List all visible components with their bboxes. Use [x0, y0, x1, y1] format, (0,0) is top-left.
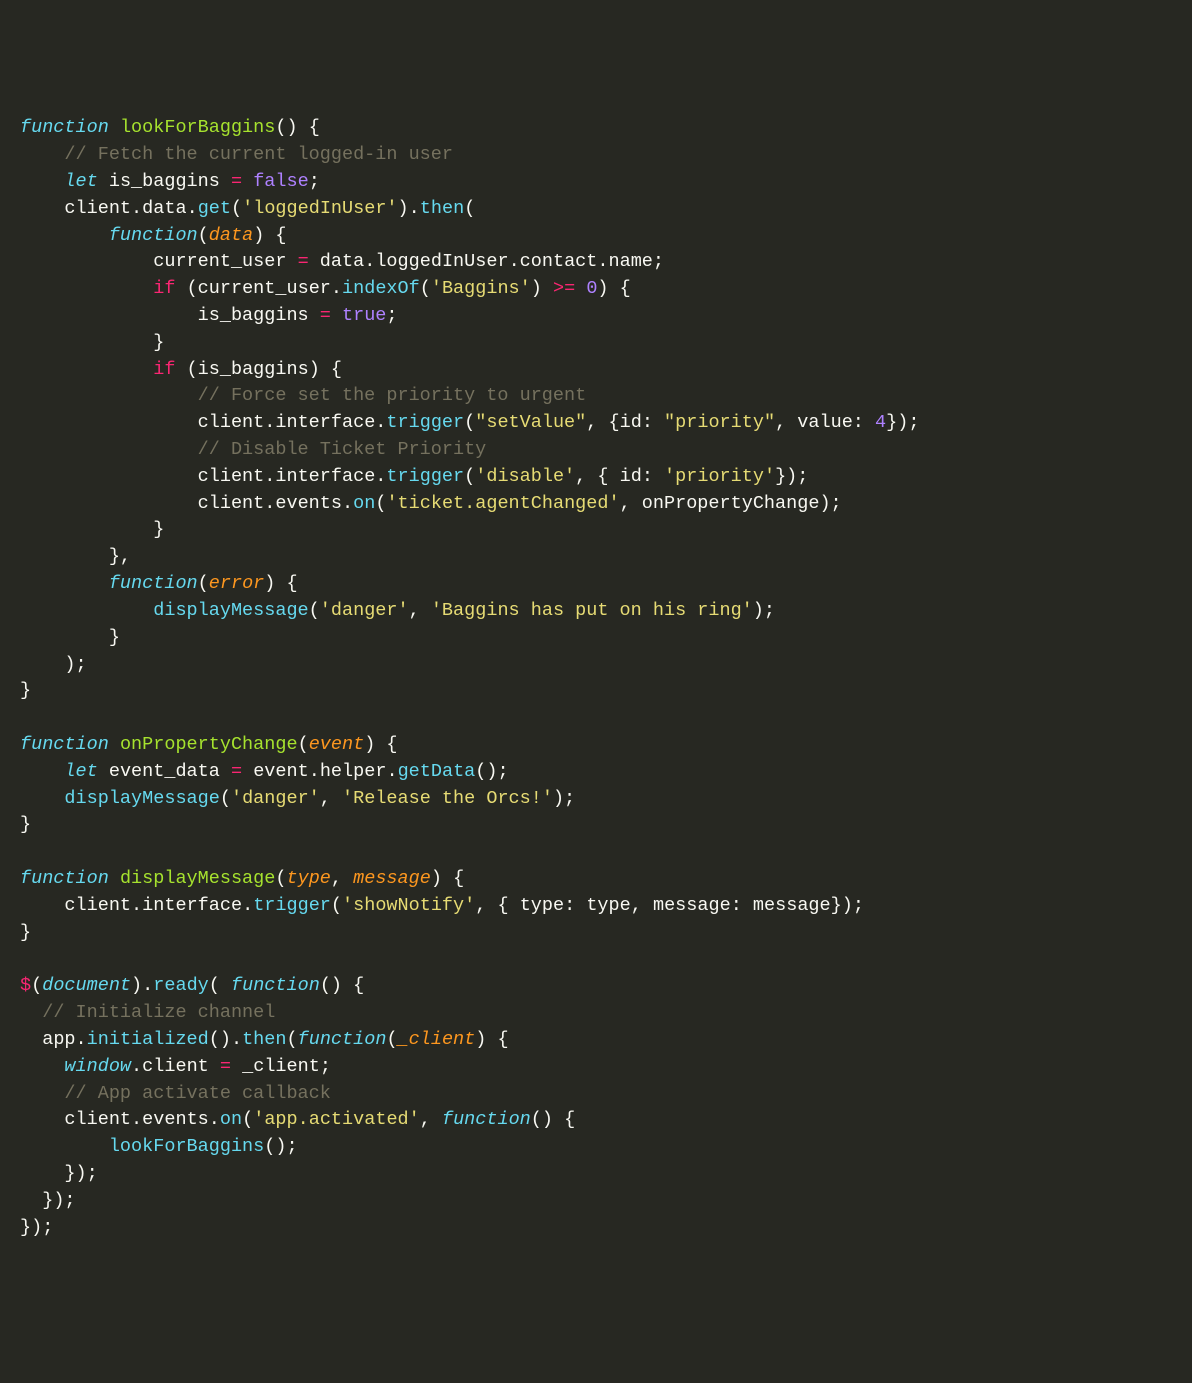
string: 'danger' — [231, 788, 320, 809]
property: name — [609, 251, 653, 272]
variable: client — [198, 412, 265, 433]
string: "priority" — [664, 412, 775, 433]
method: getData — [398, 761, 476, 782]
string: 'Release the Orcs!' — [342, 788, 553, 809]
object-key: value — [797, 412, 853, 433]
string: 'Baggins' — [431, 278, 531, 299]
variable: current_user — [153, 251, 286, 272]
parameter: type — [286, 868, 330, 889]
variable: app — [42, 1029, 75, 1050]
comment: // Disable Ticket Priority — [198, 439, 487, 460]
method: trigger — [386, 412, 464, 433]
property: interface — [275, 412, 375, 433]
method: on — [220, 1109, 242, 1130]
comment: // Initialize channel — [42, 1002, 275, 1023]
method: get — [198, 198, 231, 219]
variable: client — [64, 198, 131, 219]
parameter: message — [353, 868, 431, 889]
keyword-function: function — [109, 225, 198, 246]
function-name: onPropertyChange — [120, 734, 298, 755]
string: 'Baggins has put on his ring' — [431, 600, 753, 621]
parameter: error — [209, 573, 265, 594]
keyword-function: function — [20, 117, 109, 138]
variable: client — [64, 895, 131, 916]
object-key: type — [520, 895, 564, 916]
number: 4 — [875, 412, 886, 433]
method: trigger — [253, 895, 331, 916]
property: loggedInUser — [375, 251, 508, 272]
parameter: _client — [398, 1029, 476, 1050]
reference: onPropertyChange — [642, 493, 820, 514]
variable: _client — [242, 1056, 320, 1077]
property: interface — [142, 895, 242, 916]
object-key: id — [620, 466, 642, 487]
property: contact — [520, 251, 598, 272]
variable: client — [198, 466, 265, 487]
comment: // Fetch the current logged-in user — [64, 144, 453, 165]
variable: is_baggins — [109, 171, 220, 192]
string: 'showNotify' — [342, 895, 475, 916]
function-name: lookForBaggins — [120, 117, 275, 138]
constant-true: true — [342, 305, 386, 326]
parameter: event — [309, 734, 365, 755]
variable: client — [198, 493, 265, 514]
variable: current_user — [198, 278, 331, 299]
method: initialized — [87, 1029, 209, 1050]
keyword-if: if — [153, 278, 175, 299]
method: then — [242, 1029, 286, 1050]
object-key: message — [653, 895, 731, 916]
keyword-function: function — [298, 1029, 387, 1050]
keyword-function: function — [231, 975, 320, 996]
constant-false: false — [253, 171, 309, 192]
keyword-function: function — [20, 868, 109, 889]
keyword-if: if — [153, 359, 175, 380]
string: 'ticket.agentChanged' — [386, 493, 619, 514]
keyword-let: let — [64, 761, 97, 782]
variable: data — [320, 251, 364, 272]
string: "setValue" — [475, 412, 586, 433]
variable: event_data — [109, 761, 220, 782]
property: helper — [320, 761, 387, 782]
document-object: document — [42, 975, 131, 996]
keyword-let: let — [64, 171, 97, 192]
comment: // App activate callback — [64, 1083, 330, 1104]
parameter: data — [209, 225, 253, 246]
keyword-function: function — [20, 734, 109, 755]
method: indexOf — [342, 278, 420, 299]
string: 'app.activated' — [253, 1109, 420, 1130]
property: events — [275, 493, 342, 514]
string: 'danger' — [320, 600, 409, 621]
string: 'disable' — [475, 466, 575, 487]
keyword-function: function — [109, 573, 198, 594]
keyword-function: function — [442, 1109, 531, 1130]
variable: client — [64, 1109, 131, 1130]
property: client — [142, 1056, 209, 1077]
window-object: window — [64, 1056, 131, 1077]
string: 'priority' — [664, 466, 775, 487]
function-call: lookForBaggins — [109, 1136, 264, 1157]
number: 0 — [586, 278, 597, 299]
function-call: displayMessage — [153, 600, 308, 621]
method: on — [353, 493, 375, 514]
comment: // Force set the priority to urgent — [198, 385, 587, 406]
property: events — [142, 1109, 209, 1130]
variable: is_baggins — [198, 305, 309, 326]
property: interface — [275, 466, 375, 487]
method: then — [420, 198, 464, 219]
string: 'loggedInUser' — [242, 198, 397, 219]
function-call: displayMessage — [64, 788, 219, 809]
operator: >= — [553, 278, 575, 299]
property: data — [142, 198, 186, 219]
code-editor[interactable]: function lookForBaggins() { // Fetch the… — [0, 115, 1192, 1241]
method: ready — [153, 975, 209, 996]
method: trigger — [386, 466, 464, 487]
variable: is_baggins — [198, 359, 309, 380]
function-name: displayMessage — [120, 868, 275, 889]
object-key: id — [620, 412, 642, 433]
jquery-symbol: $ — [20, 975, 31, 996]
